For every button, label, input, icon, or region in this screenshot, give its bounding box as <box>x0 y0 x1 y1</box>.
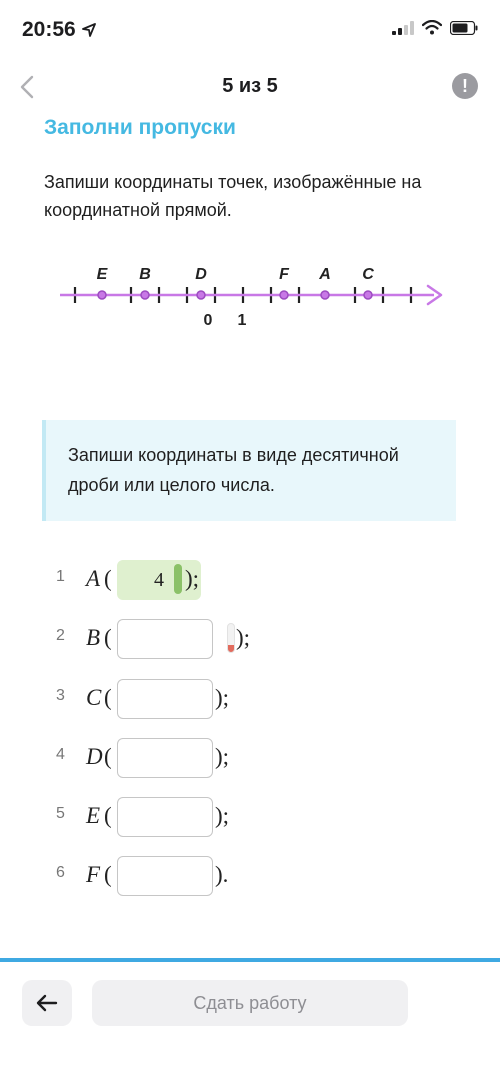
row-close-paren: ); <box>215 685 230 710</box>
bottom-back-button[interactable] <box>22 980 72 1026</box>
row-letter: B <box>86 625 101 650</box>
point-label-e: E <box>97 266 109 283</box>
answer-row-b: 2 B ( ); <box>0 617 500 661</box>
answer-status-indicator <box>227 623 235 653</box>
row-open-paren: ( <box>104 566 112 591</box>
hint-box: Запиши координаты в виде десятичной дроб… <box>42 420 456 521</box>
section-title: Заполни пропуски <box>44 116 236 139</box>
submit-button[interactable]: Сдать работу <box>92 980 408 1026</box>
number-line-point-f <box>279 290 289 300</box>
number-line: 0 1 E B D F A C <box>60 266 443 329</box>
answer-input-b[interactable] <box>117 619 213 659</box>
status-time-text: 20:56 <box>22 18 76 41</box>
battery-icon <box>450 20 478 35</box>
signal-icon <box>392 20 414 35</box>
number-line-point-c <box>363 290 373 300</box>
row-open-paren: ( <box>104 744 112 769</box>
row-close-paren: ); <box>236 625 251 650</box>
row-close-paren: ); <box>185 566 200 591</box>
row-open-paren: ( <box>104 625 112 650</box>
row-number: 5 <box>56 805 65 822</box>
hint-text: Запиши координаты в виде десятичной дроб… <box>68 445 399 495</box>
answer-input-c[interactable] <box>117 679 213 719</box>
location-arrow-icon <box>81 23 96 38</box>
number-line-point-a <box>320 290 330 300</box>
row-letter: E <box>86 803 101 828</box>
answer-input-d[interactable] <box>117 738 213 778</box>
answer-row-d: 4 D ( ); <box>0 736 500 780</box>
answer-status-indicator <box>174 564 182 594</box>
status-time: 20:56 <box>22 18 96 42</box>
point-label-f: F <box>279 266 290 283</box>
row-open-paren: ( <box>104 803 112 828</box>
progress-divider <box>0 958 500 962</box>
number-line-point-e <box>97 290 107 300</box>
row-letter: A <box>86 566 101 591</box>
point-label-b: B <box>139 266 151 283</box>
arrow-left-icon <box>36 994 58 1012</box>
answer-row-e: 5 E ( ); <box>0 795 500 839</box>
status-bar: 20:56 <box>0 0 500 62</box>
answer-row-a: 1 A ( ); <box>0 558 500 602</box>
point-label-d: D <box>195 266 207 283</box>
answer-row-f: 6 F ( ). <box>0 854 500 898</box>
tick-label-one: 1 <box>238 312 247 329</box>
row-open-paren: ( <box>104 862 112 887</box>
row-number: 1 <box>56 568 65 585</box>
task-text: Запиши координаты точек, изображённые на… <box>44 172 422 220</box>
row-open-paren: ( <box>104 685 112 710</box>
row-number: 2 <box>56 627 65 644</box>
page-title: 5 из 5 <box>222 75 278 97</box>
row-close-paren: ). <box>215 862 229 887</box>
answer-input-f[interactable] <box>117 856 213 896</box>
number-line-point-b <box>140 290 150 300</box>
tick-label-zero: 0 <box>204 312 213 329</box>
row-letter: D <box>86 744 103 769</box>
row-letter: F <box>86 862 101 887</box>
number-line-point-d <box>196 290 206 300</box>
row-number: 3 <box>56 687 65 704</box>
row-close-paren: ); <box>215 744 230 769</box>
answer-input-e[interactable] <box>117 797 213 837</box>
nav-bar: 5 из 5 ! <box>0 62 500 112</box>
answer-row-c: 3 C ( ); <box>0 677 500 721</box>
point-label-c: C <box>362 266 374 283</box>
row-close-paren: ); <box>215 803 230 828</box>
row-number: 6 <box>56 864 65 881</box>
row-number: 4 <box>56 746 65 763</box>
point-label-a: A <box>318 266 331 283</box>
status-icons <box>392 20 478 35</box>
info-icon[interactable]: ! <box>452 73 478 99</box>
row-letter: C <box>86 685 102 710</box>
wifi-icon <box>422 20 442 35</box>
